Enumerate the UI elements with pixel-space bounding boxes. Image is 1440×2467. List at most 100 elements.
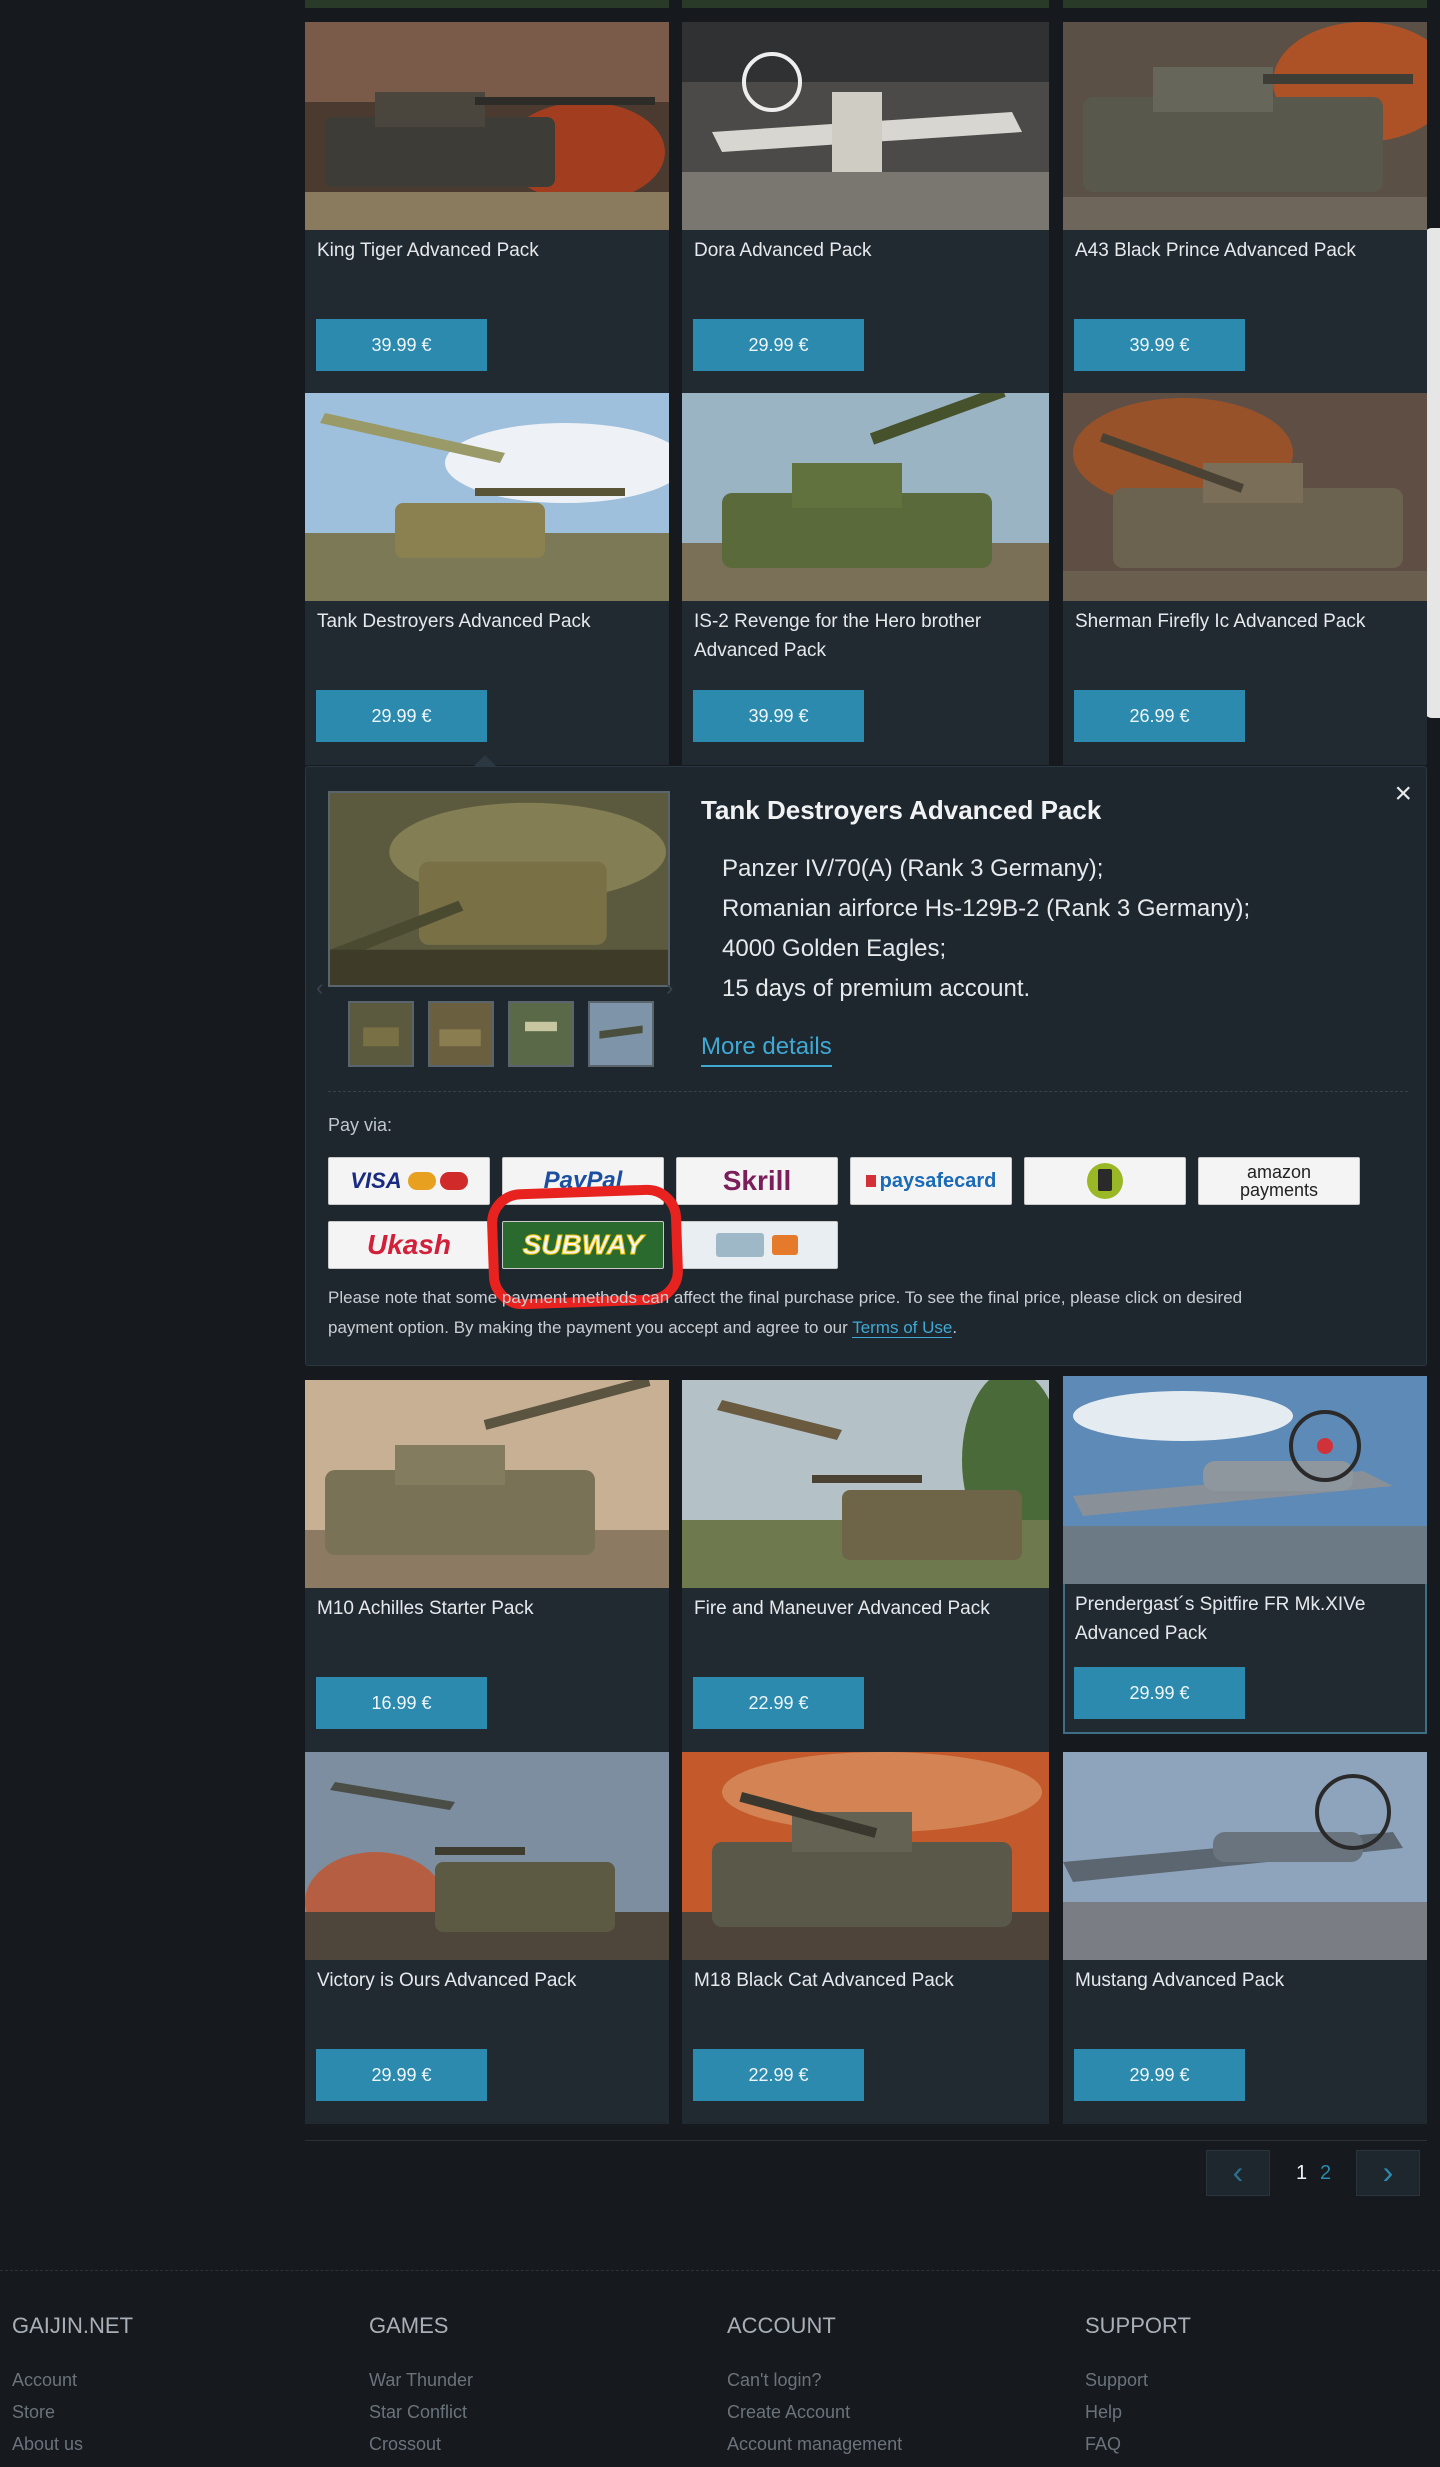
footer-link[interactable]: Can't login? (727, 2370, 822, 2391)
product-card[interactable]: Fire and Maneuver Advanced Pack 22.99 € (682, 1380, 1049, 1752)
footer-link[interactable]: Help (1085, 2402, 1122, 2423)
detail-item: 15 days of premium account. (722, 975, 1031, 1002)
product-image (1063, 1752, 1427, 1960)
bank-card-icon (772, 1235, 798, 1255)
gallery-thumbnail[interactable] (508, 1001, 574, 1067)
product-image (682, 393, 1049, 601)
product-image (682, 1752, 1049, 1960)
price-button[interactable]: 22.99 € (693, 1677, 864, 1729)
terms-of-use-link[interactable]: Terms of Use (852, 1318, 953, 1338)
product-card[interactable]: M18 Black Cat Advanced Pack 22.99 € (682, 1752, 1049, 2124)
footer-link[interactable]: Crossout (369, 2434, 441, 2455)
payment-skrill-logo[interactable]: Skrill (676, 1157, 838, 1205)
product-card[interactable]: Tank Destroyers Advanced Pack 29.99 € (305, 393, 669, 765)
payment-note-line: Please note that some payment methods ca… (328, 1288, 1243, 1307)
footer-heading: GAMES (369, 2313, 449, 2338)
product-image (682, 1380, 1049, 1588)
gallery-thumbnail[interactable] (588, 1001, 654, 1067)
footer-link[interactable]: Create Account (727, 2402, 850, 2423)
gallery-thumbnail[interactable] (348, 1001, 414, 1067)
amazon-payments-label: amazon payments (1239, 1162, 1319, 1200)
product-card[interactable]: Dora Advanced Pack 29.99 € (682, 22, 1049, 394)
product-title: Prendergast´s Spitfire FR Mk.XIVe Advanc… (1075, 1594, 1366, 1644)
price-button[interactable]: 29.99 € (316, 2049, 487, 2101)
payment-amazon-logo[interactable]: amazon payments (1198, 1157, 1360, 1205)
product-image (1063, 393, 1427, 601)
price-button[interactable]: 29.99 € (316, 690, 487, 742)
more-details-link[interactable]: More details (701, 1033, 832, 1067)
price-button[interactable]: 39.99 € (1074, 319, 1245, 371)
gallery-thumbnail[interactable] (428, 1001, 494, 1067)
gallery-prev-arrow[interactable]: ‹ (316, 975, 323, 1001)
payment-note: Please note that some payment methods ca… (328, 1283, 1398, 1343)
pagination-next-button[interactable]: › (1356, 2150, 1420, 2196)
skrill-label: Skrill (722, 1165, 792, 1196)
pagination-page-link[interactable]: 2 (1320, 2162, 1331, 2185)
product-card[interactable]: Mustang Advanced Pack 29.99 € (1063, 1752, 1427, 2124)
payment-visa-logo[interactable]: VISA (328, 1157, 490, 1205)
footer-link[interactable]: War Thunder (369, 2370, 473, 2391)
product-title: Victory is Ours Advanced Pack (317, 1970, 577, 1991)
footer-link[interactable]: Store (12, 2402, 55, 2423)
product-card[interactable]: M10 Achilles Starter Pack 16.99 € (305, 1380, 669, 1752)
payment-bank-transfer-logo[interactable] (676, 1221, 838, 1269)
previous-row-edge (305, 0, 669, 8)
detail-item: Panzer IV/70(A) (Rank 3 Germany); (722, 855, 1104, 882)
detail-item: Romanian airforce Hs-129B-2 (Rank 3 Germ… (722, 895, 1251, 922)
mobile-phone-icon (1087, 1163, 1123, 1199)
price-button[interactable]: 29.99 € (1074, 1667, 1245, 1719)
price-button[interactable]: 16.99 € (316, 1677, 487, 1729)
product-title: Dora Advanced Pack (694, 240, 872, 261)
detail-main-image (328, 791, 670, 987)
pagination-prev-button[interactable]: ‹ (1206, 2150, 1270, 2196)
price-button[interactable]: 26.99 € (1074, 690, 1245, 742)
pay-via-label: Pay via: (328, 1115, 393, 1135)
product-card[interactable]: Prendergast´s Spitfire FR Mk.XIVe Advanc… (1063, 1376, 1427, 1734)
lock-icon (865, 1175, 876, 1187)
footer-link[interactable]: Account management (727, 2434, 902, 2455)
product-title: M10 Achilles Starter Pack (317, 1598, 534, 1619)
footer-link[interactable]: Star Conflict (369, 2402, 467, 2423)
payment-paysafecard-logo[interactable]: paysafecard (850, 1157, 1012, 1205)
gallery-next-arrow[interactable]: › (666, 975, 673, 1001)
pagination: ‹ 1 2 › (1206, 2150, 1422, 2196)
detail-title: Tank Destroyers Advanced Pack (701, 795, 1102, 825)
price-button[interactable]: 29.99 € (1074, 2049, 1245, 2101)
payment-mobile-logo[interactable] (1024, 1157, 1186, 1205)
product-card[interactable]: A43 Black Prince Advanced Pack 39.99 € (1063, 22, 1427, 394)
footer-heading: ACCOUNT (727, 2313, 836, 2338)
previous-row-edge (682, 0, 1049, 8)
product-image (305, 1752, 669, 1960)
price-button[interactable]: 22.99 € (693, 2049, 864, 2101)
product-image (305, 1380, 669, 1588)
product-image (305, 22, 669, 230)
product-title: Tank Destroyers Advanced Pack (317, 611, 591, 632)
product-card[interactable]: Sherman Firefly Ic Advanced Pack 26.99 € (1063, 393, 1427, 765)
footer-link[interactable]: Support (1085, 2370, 1148, 2391)
visa-label: VISA (350, 1168, 402, 1193)
footer-link[interactable]: Account (12, 2370, 77, 2391)
price-button[interactable]: 39.99 € (693, 690, 864, 742)
product-title: Mustang Advanced Pack (1075, 1970, 1285, 1991)
footer-link[interactable]: FAQ (1085, 2434, 1121, 2455)
footer-link[interactable]: About us (12, 2434, 83, 2455)
product-card[interactable]: IS-2 Revenge for the Hero brother Advanc… (682, 393, 1049, 765)
card-icons (439, 1172, 468, 1190)
panel-caret (473, 755, 497, 767)
card-icons (407, 1172, 436, 1190)
product-title: King Tiger Advanced Pack (317, 240, 539, 261)
detail-contents: Panzer IV/70(A) (Rank 3 Germany); Romani… (722, 849, 1250, 1009)
content-divider (305, 2140, 1427, 2141)
product-image (305, 393, 669, 601)
panel-divider (328, 1091, 1408, 1092)
product-card[interactable]: Victory is Ours Advanced Pack 29.99 € (305, 1752, 669, 2124)
product-image (1063, 1376, 1427, 1584)
product-card[interactable]: King Tiger Advanced Pack 39.99 € (305, 22, 669, 394)
payment-ukash-logo[interactable]: Ukash (328, 1221, 490, 1269)
bank-card-icon (716, 1233, 764, 1257)
price-button[interactable]: 39.99 € (316, 319, 487, 371)
product-title: M18 Black Cat Advanced Pack (694, 1970, 954, 1991)
price-button[interactable]: 29.99 € (693, 319, 864, 371)
product-title: Sherman Firefly Ic Advanced Pack (1075, 611, 1366, 632)
close-icon[interactable]: × (1394, 777, 1412, 811)
